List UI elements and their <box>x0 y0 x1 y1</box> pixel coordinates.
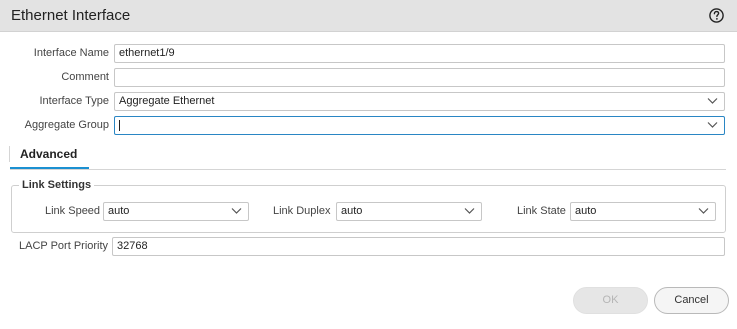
tab-bar-rule <box>10 169 726 170</box>
interface-type-label: Interface Type <box>39 95 109 107</box>
cancel-button[interactable]: Cancel <box>654 287 729 314</box>
link-state-select[interactable]: auto <box>570 202 716 221</box>
interface-name-input[interactable]: ethernet1/9 <box>114 44 725 63</box>
help-icon[interactable] <box>709 8 724 23</box>
comment-input[interactable] <box>114 68 725 87</box>
link-speed-select[interactable]: auto <box>103 202 249 221</box>
chevron-down-icon <box>707 122 718 128</box>
aggregate-group-label: Aggregate Group <box>24 119 109 131</box>
dialog-titlebar: Ethernet Interface <box>0 0 737 32</box>
interface-name-label: Interface Name <box>33 47 109 59</box>
link-duplex-label: Link Duplex <box>273 205 331 217</box>
link-state-value: auto <box>575 205 597 217</box>
aggregate-group-select[interactable] <box>114 116 725 135</box>
link-settings-legend: Link Settings <box>19 179 95 191</box>
interface-type-select[interactable]: Aggregate Ethernet <box>114 92 725 111</box>
link-state-label: Link State <box>517 205 566 217</box>
dialog-title: Ethernet Interface <box>11 7 131 24</box>
link-speed-label: Link Speed <box>45 205 101 217</box>
ok-button[interactable]: OK <box>573 287 648 314</box>
text-cursor <box>119 120 120 131</box>
chevron-down-icon <box>698 208 709 214</box>
tab-advanced-label: Advanced <box>20 147 78 161</box>
lacp-port-priority-label: LACP Port Priority <box>19 240 109 252</box>
interface-name-value: ethernet1/9 <box>119 47 175 59</box>
comment-label: Comment <box>61 71 109 83</box>
lacp-port-priority-input[interactable]: 32768 <box>112 237 725 256</box>
interface-type-value: Aggregate Ethernet <box>119 95 215 107</box>
chevron-down-icon <box>464 208 475 214</box>
link-duplex-select[interactable]: auto <box>336 202 482 221</box>
link-duplex-value: auto <box>341 205 363 217</box>
lacp-port-priority-value: 32768 <box>117 240 148 252</box>
chevron-down-icon <box>707 98 718 104</box>
tab-advanced[interactable]: Advanced <box>10 145 89 170</box>
chevron-down-icon <box>231 208 242 214</box>
link-speed-value: auto <box>108 205 130 217</box>
